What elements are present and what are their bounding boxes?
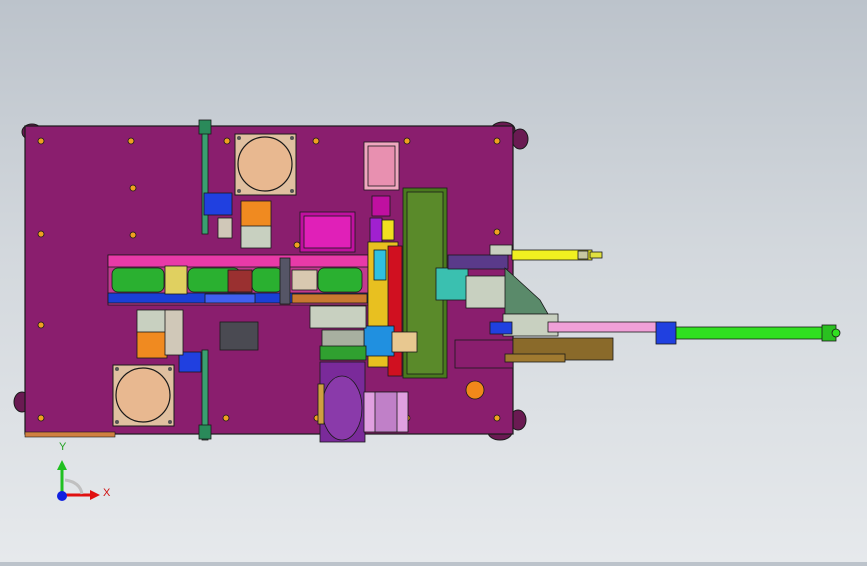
orange-dial xyxy=(465,380,485,400)
assembly-drawing xyxy=(13,119,841,501)
triad-x-label: X xyxy=(103,487,111,499)
base-plate-lip xyxy=(24,431,116,438)
transfer-rail xyxy=(107,254,369,306)
green-cylinder xyxy=(655,321,841,345)
pad-top xyxy=(234,133,297,196)
coordinate-triad xyxy=(57,460,100,501)
pad-bottom xyxy=(112,364,175,427)
cad-viewport[interactable]: Y X xyxy=(0,0,867,562)
triad-y-label: Y xyxy=(59,441,67,453)
push-rod xyxy=(547,321,661,333)
dark-window xyxy=(219,321,259,351)
magenta-housing xyxy=(299,211,356,253)
